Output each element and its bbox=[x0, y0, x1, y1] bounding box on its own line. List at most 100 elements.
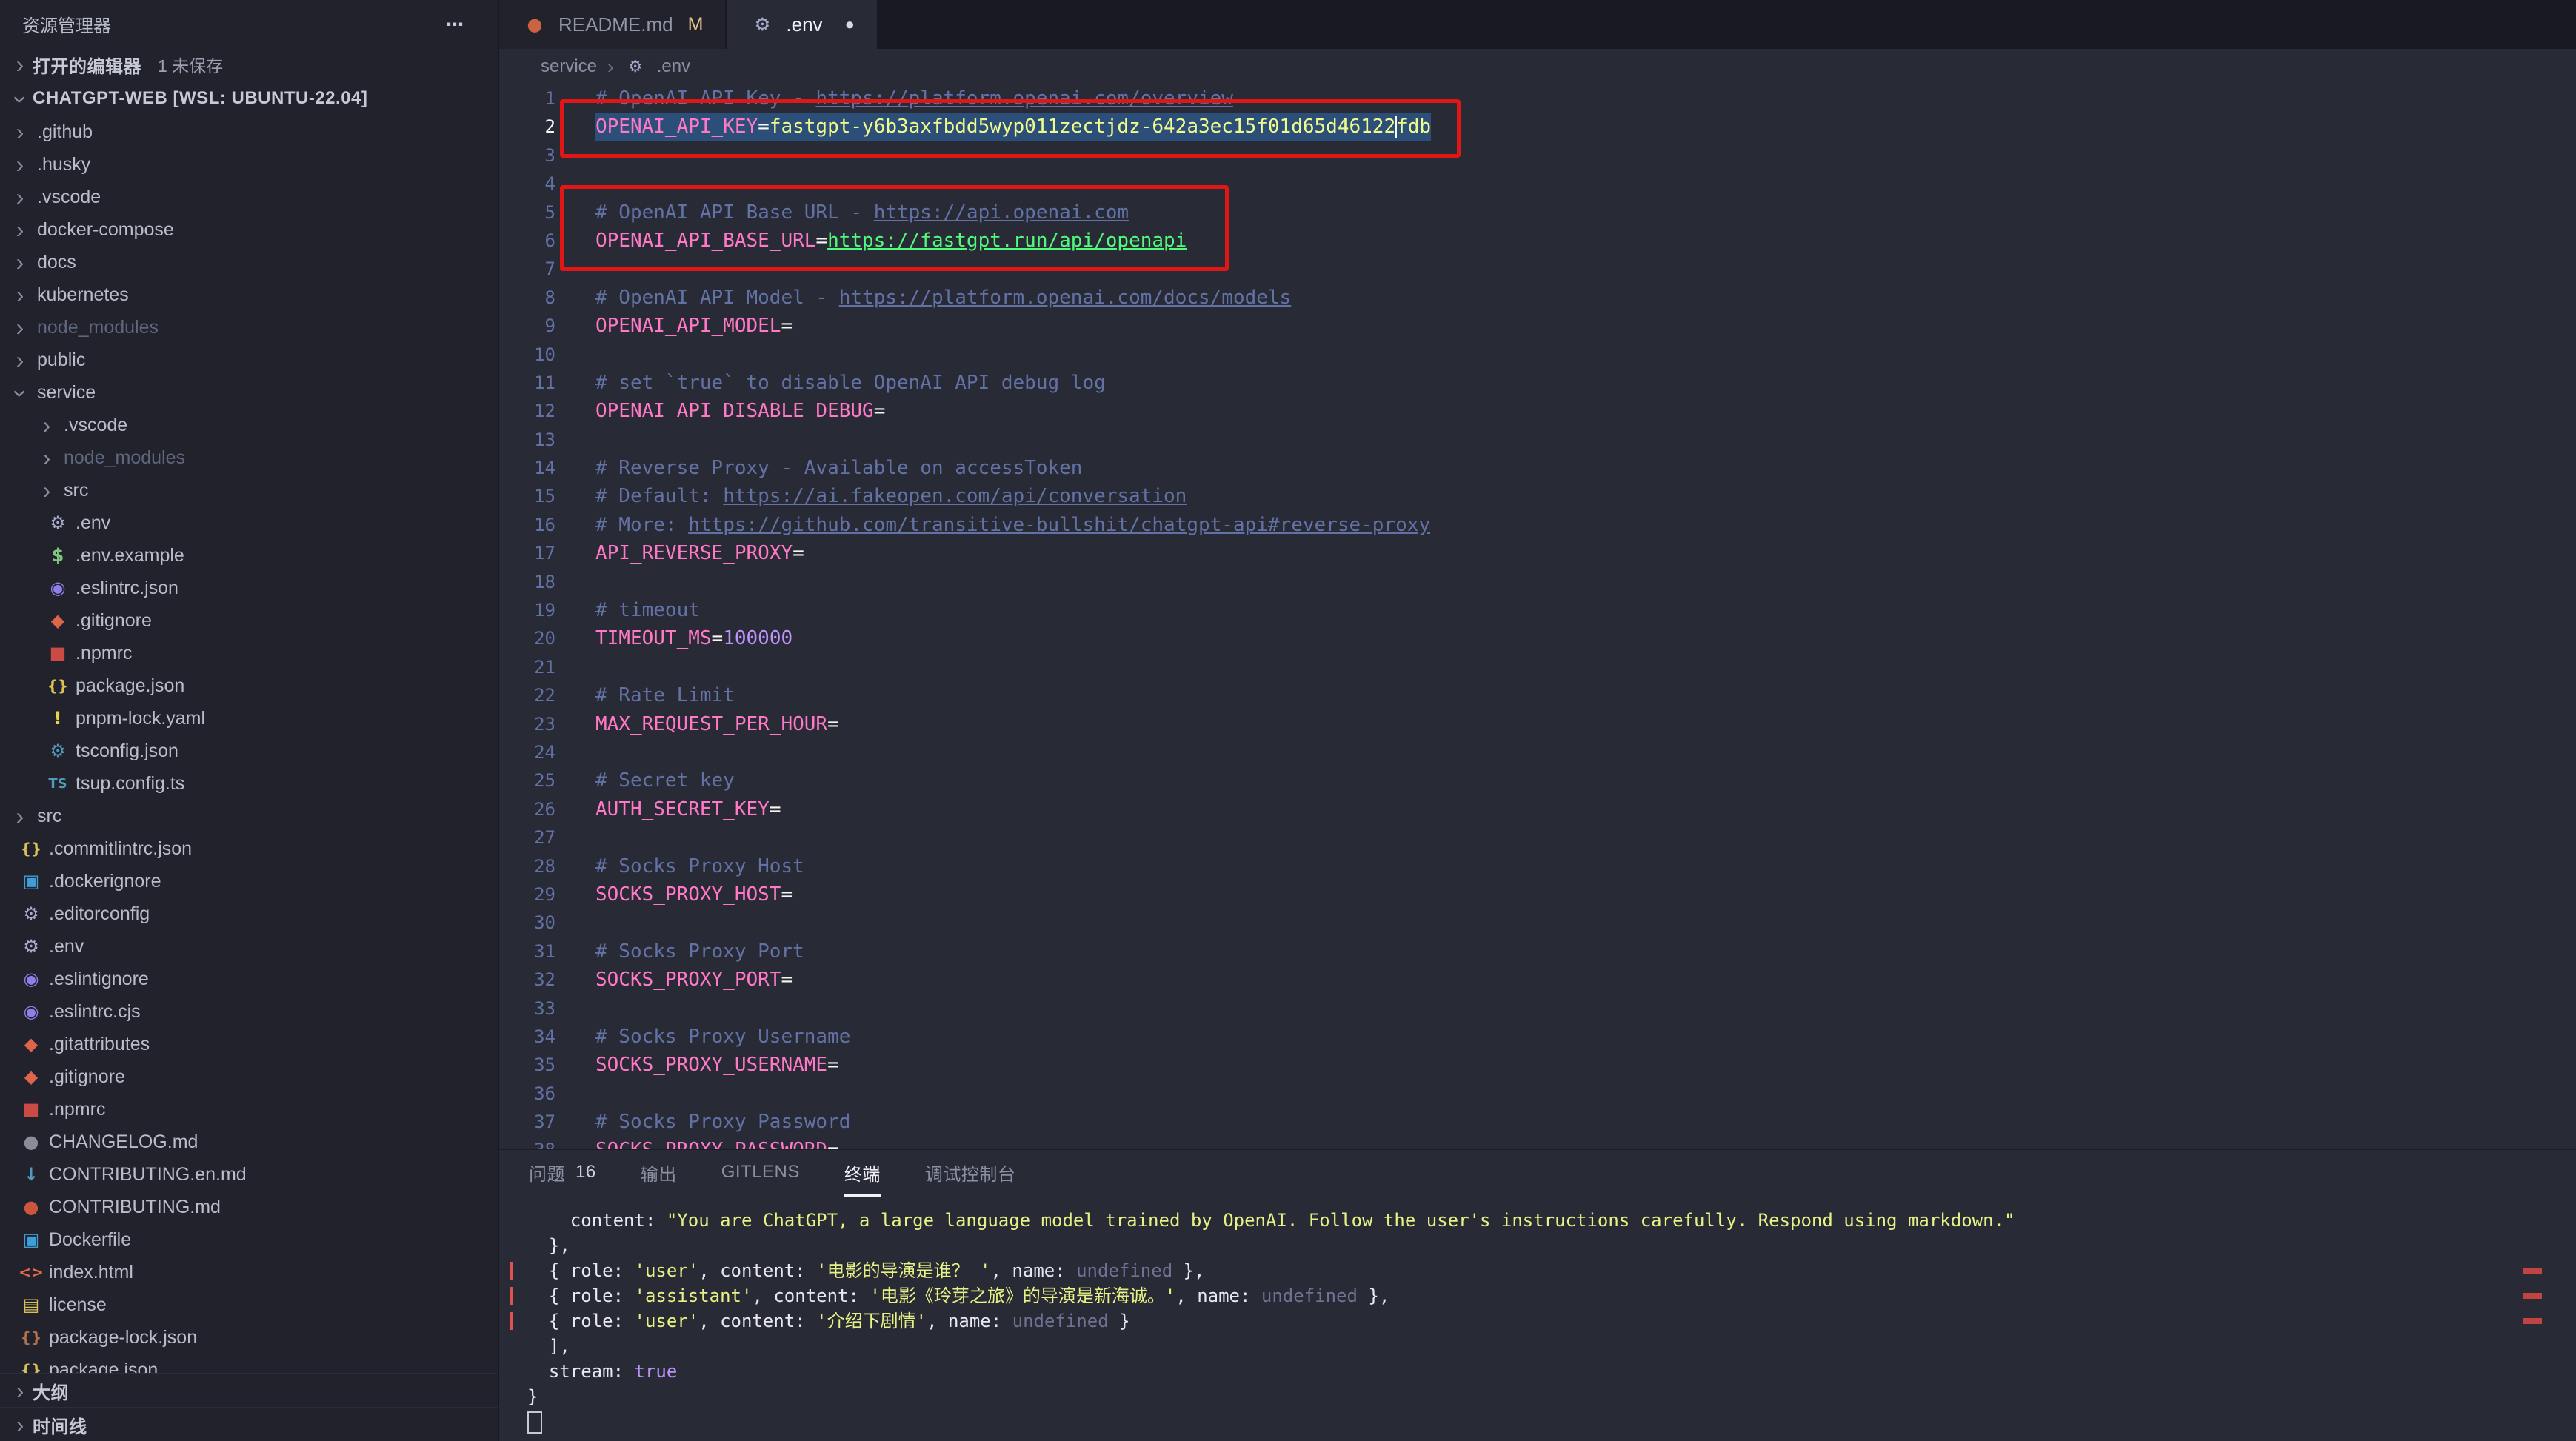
tree-folder-.vscode[interactable]: ›.vscode bbox=[0, 181, 498, 213]
tree-file-pnpm-lock.yaml[interactable]: !pnpm-lock.yaml bbox=[0, 702, 498, 735]
editor-pane[interactable]: 1# OpenAI API Key - https://platform.ope… bbox=[499, 84, 2576, 1149]
code-line-10[interactable]: 10 bbox=[499, 341, 2576, 369]
code-line-8[interactable]: 8# OpenAI API Model - https://platform.o… bbox=[499, 284, 2576, 312]
tree-folder-node_modules[interactable]: ›node_modules bbox=[0, 441, 498, 474]
tree-file-.env[interactable]: ⚙.env bbox=[0, 930, 498, 963]
code-line-18[interactable]: 18 bbox=[499, 568, 2576, 596]
code-line-16[interactable]: 16# More: https://github.com/transitive-… bbox=[499, 511, 2576, 539]
code-line-21[interactable]: 21 bbox=[499, 653, 2576, 681]
tree-file-index.html[interactable]: <>index.html bbox=[0, 1256, 498, 1288]
code-line-26[interactable]: 26AUTH_SECRET_KEY= bbox=[499, 795, 2576, 823]
code-line-31[interactable]: 31# Socks Proxy Port bbox=[499, 937, 2576, 966]
tree-file-.gitignore[interactable]: ◆.gitignore bbox=[0, 604, 498, 637]
code-line-15[interactable]: 15# Default: https://ai.fakeopen.com/api… bbox=[499, 482, 2576, 510]
tree-folder-service[interactable]: ›service bbox=[0, 376, 498, 409]
code-line-35[interactable]: 35SOCKS_PROXY_USERNAME= bbox=[499, 1051, 2576, 1079]
code-line-28[interactable]: 28# Socks Proxy Host bbox=[499, 852, 2576, 880]
tree-file-.env[interactable]: ⚙.env bbox=[0, 506, 498, 539]
code-line-7[interactable]: 7 bbox=[499, 255, 2576, 283]
tree-file-tsup.config.ts[interactable]: TStsup.config.ts bbox=[0, 767, 498, 800]
code-line-37[interactable]: 37# Socks Proxy Password bbox=[499, 1108, 2576, 1136]
code-line-24[interactable]: 24 bbox=[499, 738, 2576, 766]
tab-.env[interactable]: ⚙.env● bbox=[727, 0, 878, 49]
code-line-13[interactable]: 13 bbox=[499, 426, 2576, 454]
tree-file-package.json[interactable]: {}package.json bbox=[0, 1354, 498, 1373]
tree-folder-.husky[interactable]: ›.husky bbox=[0, 148, 498, 181]
tree-folder-docs[interactable]: ›docs bbox=[0, 246, 498, 278]
chevron-right-icon: › bbox=[7, 283, 33, 307]
tree-folder-public[interactable]: ›public bbox=[0, 344, 498, 376]
breadcrumb[interactable]: service›⚙.env bbox=[499, 49, 2576, 84]
tree-file-.npmrc[interactable]: ■.npmrc bbox=[0, 1093, 498, 1126]
tree-file-tsconfig.json[interactable]: ⚙tsconfig.json bbox=[0, 735, 498, 767]
code-line-29[interactable]: 29SOCKS_PROXY_HOST= bbox=[499, 880, 2576, 909]
tree-file-.env.example[interactable]: $.env.example bbox=[0, 539, 498, 572]
sidebar-section-时间线[interactable]: ›时间线 bbox=[0, 1407, 498, 1441]
tree-file-.editorconfig[interactable]: ⚙.editorconfig bbox=[0, 897, 498, 930]
project-root-section[interactable]: › CHATGPT-WEB [WSL: UBUNTU-22.04] bbox=[0, 81, 498, 116]
more-actions-slot[interactable]: ⋯ bbox=[441, 11, 468, 36]
sidebar-section-大纲[interactable]: ›大纲 bbox=[0, 1373, 498, 1407]
code-line-36[interactable]: 36 bbox=[499, 1080, 2576, 1108]
code-line-6[interactable]: 6OPENAI_API_BASE_URL=https://fastgpt.run… bbox=[499, 227, 2576, 255]
tree-file-license[interactable]: ▤license bbox=[0, 1288, 498, 1321]
tree-folder-.github[interactable]: ›.github bbox=[0, 116, 498, 148]
panel-tab-调试控制台[interactable]: 调试控制台 bbox=[925, 1150, 1016, 1197]
panel-tab-问题[interactable]: 问题16 bbox=[529, 1150, 596, 1197]
open-editors-section[interactable]: › 打开的编辑器 1 未保存 bbox=[0, 47, 498, 81]
code-line-34[interactable]: 34# Socks Proxy Username bbox=[499, 1023, 2576, 1051]
tree-file-CONTRIBUTING.md[interactable]: ●CONTRIBUTING.md bbox=[0, 1191, 498, 1223]
tree-file-.gitignore[interactable]: ◆.gitignore bbox=[0, 1060, 498, 1093]
code-line-38[interactable]: 38SOCKS_PROXY_PASSWORD= bbox=[499, 1136, 2576, 1149]
tree-file-package-lock.json[interactable]: {}package-lock.json bbox=[0, 1321, 498, 1354]
code-line-5[interactable]: 5# OpenAI API Base URL - https://api.ope… bbox=[499, 198, 2576, 227]
tree-folder-docker-compose[interactable]: ›docker-compose bbox=[0, 213, 498, 246]
code-line-30[interactable]: 30 bbox=[499, 909, 2576, 937]
code-line-17[interactable]: 17API_REVERSE_PROXY= bbox=[499, 539, 2576, 567]
code-line-9[interactable]: 9OPENAI_API_MODEL= bbox=[499, 312, 2576, 340]
code-line-1[interactable]: 1# OpenAI API Key - https://platform.ope… bbox=[499, 84, 2576, 113]
chevron-right-icon: › bbox=[7, 218, 33, 241]
breadcrumb-item[interactable]: .env bbox=[657, 56, 690, 77]
breadcrumb-item[interactable]: service bbox=[541, 56, 597, 77]
code-line-3[interactable]: 3 bbox=[499, 141, 2576, 170]
tree-file-CHANGELOG.md[interactable]: ●CHANGELOG.md bbox=[0, 1126, 498, 1158]
tree-file-Dockerfile[interactable]: ▣Dockerfile bbox=[0, 1223, 498, 1256]
tree-folder-src[interactable]: ›src bbox=[0, 474, 498, 506]
tree-item-label: Dockerfile bbox=[49, 1229, 131, 1251]
code-line-25[interactable]: 25# Secret key bbox=[499, 766, 2576, 795]
docker-icon: ▣ bbox=[18, 871, 44, 892]
tree-file-.gitattributes[interactable]: ◆.gitattributes bbox=[0, 1028, 498, 1060]
code-line-32[interactable]: 32SOCKS_PROXY_PORT= bbox=[499, 966, 2576, 994]
tab-README.md[interactable]: ●README.mdM bbox=[499, 0, 727, 49]
code-line-19[interactable]: 19# timeout bbox=[499, 596, 2576, 624]
tree-folder-.vscode[interactable]: ›.vscode bbox=[0, 409, 498, 441]
panel-tab-输出[interactable]: 输出 bbox=[641, 1150, 677, 1197]
tree-file-.eslintrc.cjs[interactable]: ◉.eslintrc.cjs bbox=[0, 995, 498, 1028]
code-line-11[interactable]: 11# set `true` to disable OpenAI API deb… bbox=[499, 369, 2576, 397]
tree-folder-kubernetes[interactable]: ›kubernetes bbox=[0, 278, 498, 311]
code-line-27[interactable]: 27 bbox=[499, 823, 2576, 852]
tree-folder-node_modules[interactable]: ›node_modules bbox=[0, 311, 498, 344]
tree-file-.npmrc[interactable]: ■.npmrc bbox=[0, 637, 498, 669]
code-line-14[interactable]: 14# Reverse Proxy - Available on accessT… bbox=[499, 454, 2576, 482]
panel-tab-终端[interactable]: 终端 bbox=[844, 1150, 881, 1197]
code-line-12[interactable]: 12OPENAI_API_DISABLE_DEBUG= bbox=[499, 397, 2576, 425]
panel-tab-GITLENS[interactable]: GITLENS bbox=[721, 1150, 800, 1197]
terminal-view[interactable]: content: "You are ChatGPT, a large langu… bbox=[499, 1197, 2576, 1441]
code-line-22[interactable]: 22# Rate Limit bbox=[499, 681, 2576, 709]
tree-file-.dockerignore[interactable]: ▣.dockerignore bbox=[0, 865, 498, 897]
code-line-4[interactable]: 4 bbox=[499, 170, 2576, 198]
code-line-33[interactable]: 33 bbox=[499, 994, 2576, 1023]
code-line-20[interactable]: 20TIMEOUT_MS=100000 bbox=[499, 624, 2576, 652]
tree-file-.commitlintrc.json[interactable]: {}.commitlintrc.json bbox=[0, 832, 498, 865]
tree-file-CONTRIBUTING.en.md[interactable]: ↓CONTRIBUTING.en.md bbox=[0, 1158, 498, 1191]
tree-file-package.json[interactable]: {}package.json bbox=[0, 669, 498, 702]
dirty-indicator-icon[interactable]: ● bbox=[845, 15, 855, 34]
tree-file-.eslintrc.json[interactable]: ◉.eslintrc.json bbox=[0, 572, 498, 604]
code-line-23[interactable]: 23MAX_REQUEST_PER_HOUR= bbox=[499, 710, 2576, 738]
tree-folder-src[interactable]: ›src bbox=[0, 800, 498, 832]
tree-file-.eslintignore[interactable]: ◉.eslintignore bbox=[0, 963, 498, 995]
code-line-2[interactable]: 2OPENAI_API_KEY=fastgpt-y6b3axfbdd5wyp01… bbox=[499, 113, 2576, 141]
terminal-prompt-line[interactable] bbox=[527, 1409, 2576, 1434]
